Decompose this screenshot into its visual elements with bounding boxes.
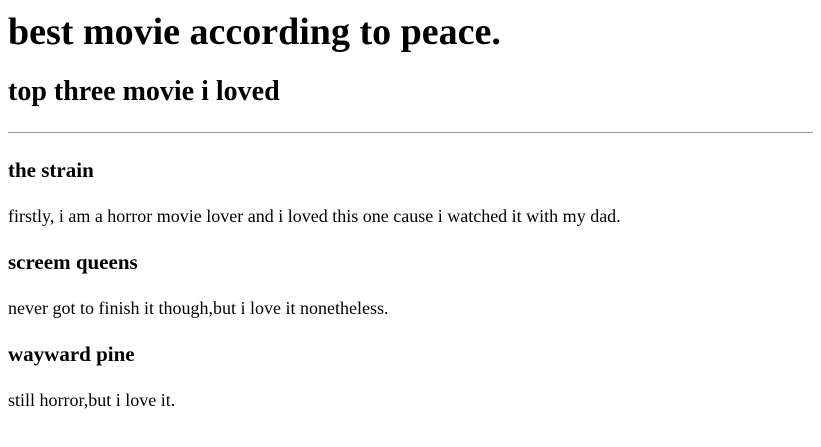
divider <box>8 132 813 133</box>
page: best movie according to peace. top three… <box>0 0 821 447</box>
movie-item: the strain firstly, i am a horror movie … <box>8 158 813 227</box>
page-subtitle: top three movie i loved <box>8 76 280 107</box>
movie-list: the strain firstly, i am a horror movie … <box>8 158 813 411</box>
movie-item: screem queens never got to finish it tho… <box>8 250 813 319</box>
movie-description: never got to finish it though,but i love… <box>8 298 389 318</box>
movie-title: screem queens <box>8 250 138 274</box>
movie-description: still horror,but i love it. <box>8 390 176 410</box>
movie-title: wayward pine <box>8 342 135 366</box>
movie-description: firstly, i am a horror movie lover and i… <box>8 206 621 226</box>
movie-title: the strain <box>8 158 94 182</box>
movie-item: wayward pine still horror,but i love it. <box>8 342 813 411</box>
page-title: best movie according to peace. <box>8 11 501 53</box>
